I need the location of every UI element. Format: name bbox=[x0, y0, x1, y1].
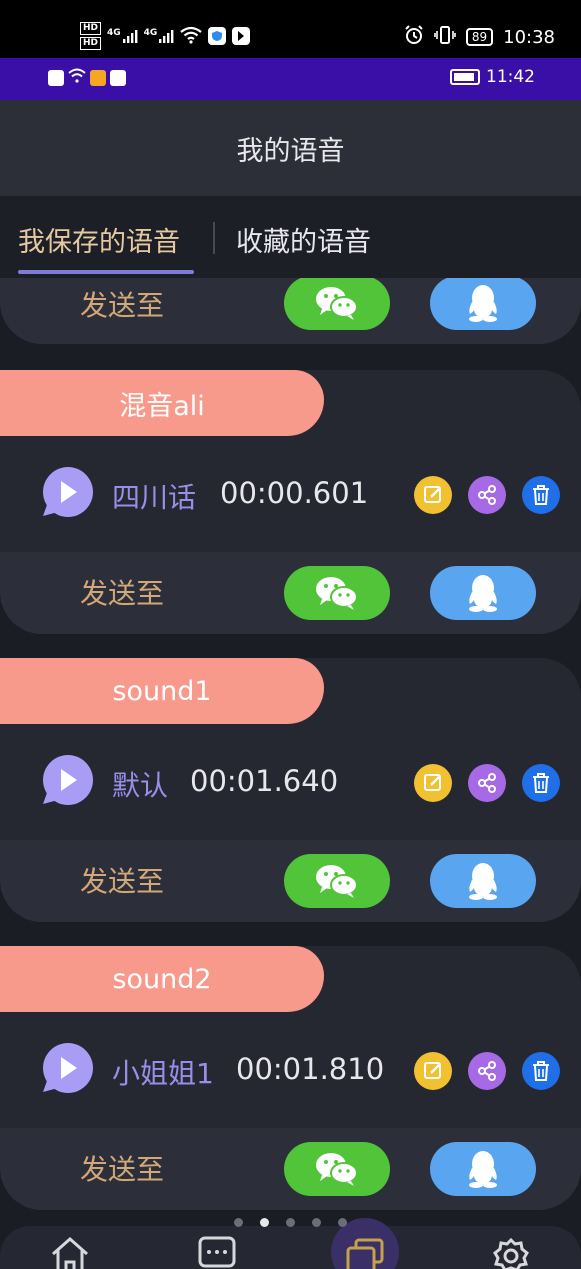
bottom-nav bbox=[0, 1218, 581, 1269]
signal-2-icon: 4G bbox=[144, 28, 175, 44]
voice-card: 混音ali 四川话 00:00.601 bbox=[0, 370, 581, 552]
trash-icon[interactable] bbox=[522, 1052, 560, 1090]
alarm-icon bbox=[404, 24, 424, 50]
trash-icon[interactable] bbox=[522, 476, 560, 514]
send-row: 发送至 bbox=[0, 1128, 581, 1210]
qq-icon bbox=[469, 285, 497, 322]
send-qq-button[interactable] bbox=[430, 854, 536, 908]
share-icon[interactable] bbox=[468, 476, 506, 514]
trash-icon[interactable] bbox=[522, 764, 560, 802]
edit-icon[interactable] bbox=[414, 476, 452, 514]
voice-name: 默认 bbox=[112, 769, 169, 802]
page-dot[interactable] bbox=[312, 1218, 321, 1227]
hd-badge-1: HD bbox=[80, 22, 102, 35]
share-icon[interactable] bbox=[468, 764, 506, 802]
inner-status-left bbox=[48, 68, 126, 88]
voice-tag-label: sound1 bbox=[112, 675, 212, 707]
signal-1-icon: 4G bbox=[107, 28, 138, 44]
send-label: 发送至 bbox=[80, 289, 165, 322]
send-qq-button[interactable] bbox=[430, 278, 536, 330]
wechat-icon bbox=[316, 1153, 358, 1186]
wifi-icon bbox=[180, 26, 203, 47]
nav-home[interactable] bbox=[48, 1234, 92, 1269]
nav-voice-library[interactable] bbox=[343, 1234, 387, 1269]
tab-divider bbox=[213, 222, 215, 254]
share-icon[interactable] bbox=[468, 1052, 506, 1090]
page-header: 我的语音 bbox=[0, 100, 581, 196]
voice-name: 四川话 bbox=[112, 481, 197, 514]
play-icon[interactable] bbox=[38, 754, 94, 810]
send-label: 发送至 bbox=[80, 1153, 165, 1186]
wechat-icon bbox=[316, 865, 358, 898]
voice-tag: 混音ali bbox=[0, 370, 324, 436]
wechat-icon bbox=[316, 577, 358, 610]
outer-status-bar: HD HD 4G 4G 89 10:38 bbox=[0, 0, 581, 58]
weibo-icon bbox=[90, 70, 106, 86]
send-label: 发送至 bbox=[80, 577, 165, 610]
vibrate-icon bbox=[434, 25, 456, 50]
home-icon bbox=[52, 1236, 88, 1269]
qq-icon bbox=[469, 1151, 497, 1188]
network-label-1: 4G bbox=[107, 28, 121, 38]
qq-icon bbox=[469, 863, 497, 900]
edit-icon[interactable] bbox=[414, 764, 452, 802]
nav-settings[interactable] bbox=[489, 1234, 533, 1269]
nav-messages[interactable] bbox=[195, 1234, 239, 1269]
send-wechat-button[interactable] bbox=[284, 854, 390, 908]
inner-status-bar: 11:42 bbox=[0, 58, 581, 100]
shield-app-icon bbox=[208, 27, 227, 45]
send-qq-button[interactable] bbox=[430, 1142, 536, 1196]
voice-list[interactable]: 发送至 混音ali 四川话 00:00.601 发送至 sound1 默认 00… bbox=[0, 278, 581, 1269]
inner-battery-icon bbox=[450, 69, 480, 85]
hd-badge-2: HD bbox=[80, 37, 102, 50]
voice-library-icon bbox=[346, 1238, 384, 1269]
qq-icon bbox=[469, 575, 497, 612]
voice-name: 小姐姐1 bbox=[112, 1057, 214, 1090]
send-label: 发送至 bbox=[80, 865, 165, 898]
settings-icon bbox=[493, 1237, 529, 1269]
send-wechat-button[interactable] bbox=[284, 1142, 390, 1196]
send-wechat-button[interactable] bbox=[284, 278, 390, 330]
page-title: 我的语音 bbox=[236, 135, 345, 167]
voice-tag: sound1 bbox=[0, 658, 324, 724]
voice-duration: 00:00.601 bbox=[220, 476, 369, 510]
wechat-icon bbox=[316, 287, 358, 320]
page-dot[interactable] bbox=[338, 1218, 347, 1227]
send-row: 发送至 bbox=[0, 840, 581, 922]
voice-tag-label: sound2 bbox=[112, 963, 212, 995]
voice-duration: 00:01.810 bbox=[236, 1052, 385, 1086]
page-indicator bbox=[0, 1218, 581, 1232]
network-label-2: 4G bbox=[143, 28, 158, 38]
voice-tag-label: 混音ali bbox=[119, 390, 205, 422]
message-icon bbox=[198, 1236, 236, 1268]
send-qq-button[interactable] bbox=[430, 566, 536, 620]
outer-status-right: 89 10:38 bbox=[404, 22, 555, 52]
tab-favorite-voices[interactable]: 收藏的语音 bbox=[236, 220, 371, 259]
inner-wifi-icon bbox=[68, 68, 86, 88]
app-notification-icon bbox=[110, 70, 126, 86]
voice-card: sound1 默认 00:01.640 bbox=[0, 658, 581, 840]
play-icon[interactable] bbox=[38, 1042, 94, 1098]
page-dot[interactable] bbox=[234, 1218, 243, 1227]
send-wechat-button[interactable] bbox=[284, 566, 390, 620]
arrow-app-icon bbox=[232, 27, 251, 45]
voice-duration: 00:01.640 bbox=[190, 764, 339, 798]
play-icon[interactable] bbox=[38, 466, 94, 522]
page-dot-active[interactable] bbox=[260, 1218, 269, 1227]
battery-level: 89 bbox=[465, 28, 494, 46]
tab-active-indicator bbox=[18, 270, 194, 274]
tab-bar: 我保存的语音 收藏的语音 bbox=[0, 196, 581, 278]
tab-saved-voices[interactable]: 我保存的语音 bbox=[18, 220, 180, 259]
voice-card: sound2 小姐姐1 00:01.810 bbox=[0, 946, 581, 1128]
voice-tag: sound2 bbox=[0, 946, 324, 1012]
page-dot[interactable] bbox=[286, 1218, 295, 1227]
notification-icon bbox=[48, 70, 64, 86]
edit-icon[interactable] bbox=[414, 1052, 452, 1090]
send-row: 发送至 bbox=[0, 278, 581, 344]
inner-clock: 11:42 bbox=[486, 67, 535, 87]
outer-status-left: HD HD 4G 4G bbox=[80, 20, 251, 52]
send-row: 发送至 bbox=[0, 552, 581, 634]
outer-clock: 10:38 bbox=[503, 26, 555, 48]
inner-status-right: 11:42 bbox=[450, 67, 535, 87]
